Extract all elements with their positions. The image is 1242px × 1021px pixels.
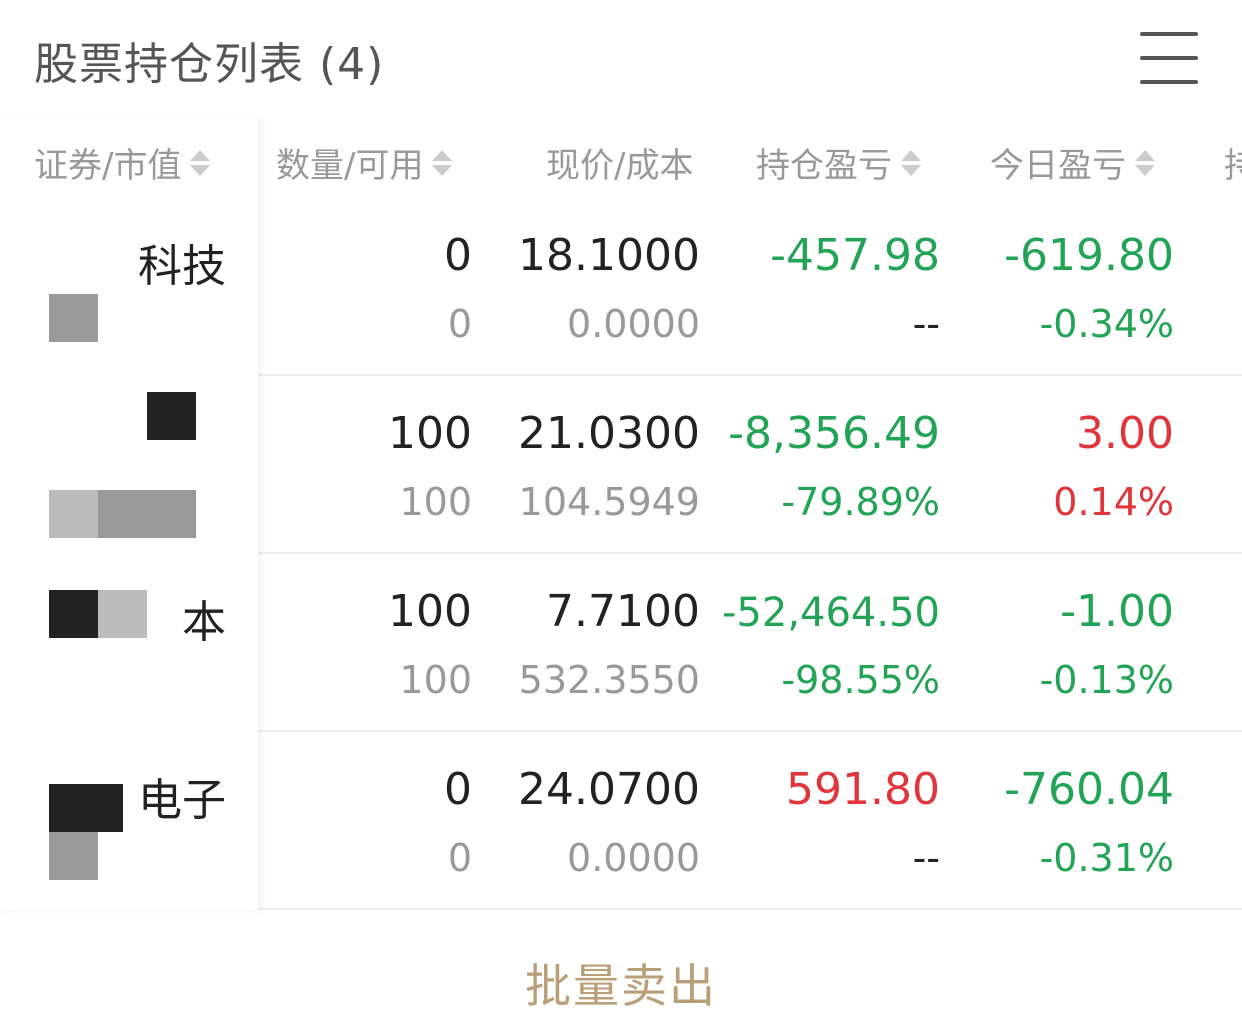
today-pl-value: -619.80 <box>1004 230 1174 281</box>
redacted-block <box>98 490 196 538</box>
today-pl-percent: -0.31% <box>1039 836 1174 880</box>
redacted-block <box>49 490 98 538</box>
column-header-today-pl[interactable]: 今日盈亏 <box>990 138 1156 187</box>
quantity-value: 100 <box>388 586 472 637</box>
available-value: 100 <box>399 658 472 702</box>
security-cell[interactable]: 科技 <box>0 198 258 376</box>
available-value: 0 <box>447 836 472 880</box>
header-bar: 股票持仓列表 (4) <box>0 0 1242 118</box>
sort-icon <box>900 146 922 180</box>
today-pl-value: 3.00 <box>1076 408 1174 459</box>
security-cell[interactable] <box>0 376 258 554</box>
redacted-block <box>98 590 147 638</box>
cost-value: 0.0000 <box>567 302 700 346</box>
sort-icon <box>189 146 211 180</box>
column-header-label: 现价/成本 <box>546 146 694 186</box>
price-value: 24.0700 <box>518 764 700 815</box>
sort-icon <box>431 146 453 180</box>
security-cell[interactable]: 电子 <box>0 732 258 910</box>
column-header-label: 持仓盈亏 <box>756 146 892 186</box>
cost-value: 0.0000 <box>567 836 700 880</box>
position-pl-value: 591.80 <box>786 764 940 815</box>
redacted-block <box>49 294 98 342</box>
security-name: 本 <box>182 597 226 648</box>
available-value: 100 <box>399 480 472 524</box>
batch-sell-button[interactable]: 批量卖出 <box>0 950 1242 1016</box>
cost-value: 532.3550 <box>518 658 700 702</box>
page-title: 股票持仓列表 (4) <box>34 39 385 90</box>
column-header-security[interactable]: 证券/市值 <box>34 138 211 187</box>
column-header-partial[interactable]: 持 <box>1224 138 1242 187</box>
price-value: 18.1000 <box>518 230 700 281</box>
today-pl-percent: -0.13% <box>1039 658 1174 702</box>
position-pl-value: -457.98 <box>770 230 940 281</box>
price-value: 21.0300 <box>518 408 700 459</box>
redacted-block <box>147 392 196 440</box>
column-header-price: 现价/成本 <box>546 138 693 187</box>
column-header-quantity[interactable]: 数量/可用 <box>276 138 453 187</box>
frozen-security-column: 证券/市值 科技 本 电子 <box>0 118 258 911</box>
today-pl-percent: 0.14% <box>1053 480 1174 524</box>
column-header-label: 证券/市值 <box>34 146 182 186</box>
security-name: 电子 <box>138 775 226 826</box>
position-pl-percent: -98.55% <box>781 658 940 702</box>
today-pl-value: -760.04 <box>1004 764 1174 815</box>
position-pl-percent: -79.89% <box>781 480 940 524</box>
security-name: 科技 <box>138 241 226 292</box>
position-pl-percent: -- <box>912 836 940 880</box>
redacted-block <box>49 832 98 880</box>
sort-icon <box>1134 146 1156 180</box>
quantity-value: 100 <box>388 408 472 459</box>
position-pl-value: -8,356.49 <box>728 408 940 459</box>
security-cell[interactable]: 本 <box>0 554 258 732</box>
redacted-block <box>49 590 98 638</box>
column-header-label: 数量/可用 <box>276 146 424 186</box>
today-pl-percent: -0.34% <box>1039 302 1174 346</box>
column-header-position-pl[interactable]: 持仓盈亏 <box>756 138 922 187</box>
redacted-block <box>49 784 123 832</box>
column-header-label: 持 <box>1224 146 1242 186</box>
price-value: 7.7100 <box>546 586 700 637</box>
quantity-value: 0 <box>444 230 472 281</box>
position-pl-percent: -- <box>912 302 940 346</box>
column-header-label: 今日盈亏 <box>990 146 1126 186</box>
position-pl-value: -52,464.50 <box>721 590 940 636</box>
cost-value: 104.5949 <box>518 480 700 524</box>
hamburger-menu-icon[interactable] <box>1138 30 1200 86</box>
available-value: 0 <box>447 302 472 346</box>
today-pl-value: -1.00 <box>1060 586 1174 637</box>
quantity-value: 0 <box>444 764 472 815</box>
